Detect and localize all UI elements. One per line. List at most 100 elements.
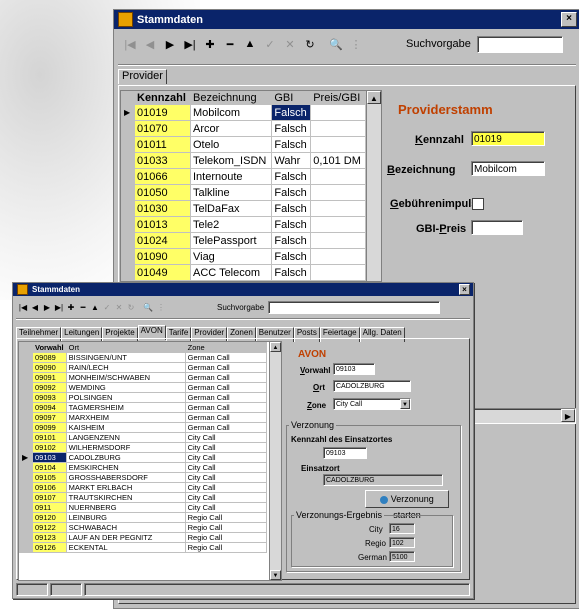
cell-kennzahl[interactable]: 01019 — [134, 104, 191, 121]
table-row[interactable]: 01024 TelePassport Falsch — [121, 232, 366, 249]
cell-bezeichnung[interactable]: Otelo — [189, 136, 273, 153]
cell-bezeichnung[interactable]: TelDaFax — [189, 200, 273, 217]
cell-vorwahl[interactable]: 09106 — [32, 482, 67, 493]
cell-zone[interactable]: German Call — [184, 382, 268, 393]
cell-vorwahl[interactable]: 09105 — [32, 472, 67, 483]
table-row[interactable]: 01070 Arcor Falsch — [121, 120, 366, 137]
cell-zone[interactable]: Regio Call — [184, 542, 268, 553]
cell-bezeichnung[interactable]: Talkline — [189, 184, 273, 201]
col-zone[interactable]: Zone — [184, 342, 268, 353]
cell-bezeichnung[interactable]: Mobilcom — [189, 104, 273, 121]
cell-zone[interactable]: Regio Call — [184, 512, 268, 523]
cell-gbi[interactable]: Falsch — [271, 200, 312, 217]
table-row[interactable]: 01050 Talkline Falsch — [121, 184, 366, 201]
kennzahl-input[interactable]: 01019 — [471, 131, 545, 146]
cell-kennzahl[interactable]: 01066 — [134, 168, 191, 185]
table-row[interactable]: 01090 Viag Falsch — [121, 248, 366, 265]
cell-ort[interactable]: TAGMERSHEIM — [65, 402, 186, 413]
cell-gbi[interactable]: Falsch — [271, 168, 312, 185]
cell-vorwahl[interactable]: 09120 — [32, 512, 67, 523]
table-row[interactable]: 09097 MARXHEIM German Call — [19, 412, 268, 423]
avon-grid-scrollbar[interactable]: ▲ ▼ — [269, 342, 281, 580]
table-row[interactable]: 09123 LAUF AN DER PEGNITZ Regio Call — [19, 532, 268, 543]
cell-ort[interactable]: TRAUTSKIRCHEN — [65, 492, 186, 503]
table-row[interactable]: 0911 NUERNBERG City Call — [19, 502, 268, 513]
small-cancel-record-icon[interactable]: ✕ — [113, 303, 125, 312]
cell-ort[interactable]: MONHEIM/SCHWABEN — [65, 372, 186, 383]
cell-zone[interactable]: German Call — [184, 372, 268, 383]
gbi-preis-input[interactable] — [471, 220, 523, 235]
cell-vorwahl[interactable]: 09089 — [32, 352, 67, 363]
cell-gbi[interactable]: Falsch — [271, 264, 312, 281]
search-icon[interactable]: 🔍 — [326, 38, 346, 51]
table-row[interactable]: 01049 ACC Telecom Falsch — [121, 264, 366, 281]
small-prev-record-icon[interactable]: ◀ — [29, 303, 41, 312]
cell-bezeichnung[interactable]: Internoute — [189, 168, 273, 185]
table-row[interactable]: 09126 ECKENTAL Regio Call — [19, 542, 268, 553]
filter-icon[interactable]: ⋮ — [346, 38, 366, 51]
cell-ort[interactable]: LEINBURG — [65, 512, 186, 523]
cell-ort[interactable]: ECKENTAL — [65, 542, 186, 553]
col-gbi[interactable]: GBI — [271, 91, 312, 105]
verzonung-starten-button[interactable]: Verzonung starten — [365, 490, 449, 520]
cell-vorwahl[interactable]: 09097 — [32, 412, 67, 423]
zone-select[interactable]: City Call ▼ — [333, 398, 411, 410]
scroll-up-icon[interactable]: ▲ — [367, 91, 381, 104]
cell-gbi[interactable]: Wahr — [271, 152, 312, 169]
cell-preis-gbi[interactable] — [310, 168, 366, 185]
small-search-icon[interactable]: 🔍 — [141, 303, 155, 312]
cell-vorwahl[interactable]: 09104 — [32, 462, 67, 473]
table-row[interactable]: 09107 TRAUTSKIRCHEN City Call — [19, 492, 268, 503]
table-row[interactable]: 09101 LANGENZENN City Call — [19, 432, 268, 443]
table-row[interactable]: 09089 BISSINGEN/UNT German Call — [19, 352, 268, 363]
cell-zone[interactable]: German Call — [184, 412, 268, 423]
table-row[interactable]: 09091 MONHEIM/SCHWABEN German Call — [19, 372, 268, 383]
cell-vorwahl[interactable]: 09123 — [32, 532, 67, 543]
insert-record-icon[interactable]: ✚ — [200, 38, 220, 51]
cell-vorwahl[interactable]: 09091 — [32, 372, 67, 383]
cell-ort[interactable]: WEMDING — [65, 382, 186, 393]
cell-preis-gbi[interactable]: 0,101 DM — [310, 152, 366, 169]
big-close-button[interactable]: × — [561, 12, 577, 27]
cell-ort[interactable]: POLSINGEN — [65, 392, 186, 403]
cell-zone[interactable]: German Call — [184, 402, 268, 413]
cell-bezeichnung[interactable]: Telekom_ISDN — [189, 152, 273, 169]
cell-zone[interactable]: City Call — [184, 482, 268, 493]
cell-preis-gbi[interactable] — [310, 248, 366, 265]
cell-gbi[interactable]: Falsch — [271, 216, 312, 233]
kennzahl-einsatzort-input[interactable]: 09103 — [323, 447, 367, 459]
cell-vorwahl[interactable]: 09094 — [32, 402, 67, 413]
cell-zone[interactable]: German Call — [184, 352, 268, 363]
post-record-icon[interactable]: ✓ — [260, 38, 280, 51]
table-row[interactable]: 01030 TelDaFax Falsch — [121, 200, 366, 217]
edit-record-icon[interactable]: ▲ — [240, 38, 260, 50]
cell-kennzahl[interactable]: 01070 — [134, 120, 191, 137]
next-record-icon[interactable]: ▶ — [160, 38, 180, 51]
table-row[interactable]: 09099 KAISHEIM German Call — [19, 422, 268, 433]
cell-ort[interactable]: SCHWABACH — [65, 522, 186, 533]
cell-gbi[interactable]: Falsch — [271, 232, 312, 249]
cell-preis-gbi[interactable] — [310, 232, 366, 249]
small-suchvorgabe-input[interactable] — [268, 300, 441, 314]
col-vorwahl[interactable]: Vorwahl — [32, 342, 67, 353]
table-row[interactable]: 09090 RAIN/LECH German Call — [19, 362, 268, 373]
cell-preis-gbi[interactable] — [310, 200, 366, 217]
cell-bezeichnung[interactable]: Arcor — [189, 120, 273, 137]
cell-preis-gbi[interactable] — [310, 136, 366, 153]
cell-kennzahl[interactable]: 01011 — [134, 136, 191, 153]
table-row[interactable]: 09106 MARKT ERLBACH City Call — [19, 482, 268, 493]
table-row[interactable]: 01011 Otelo Falsch — [121, 136, 366, 153]
small-close-button[interactable]: × — [459, 284, 470, 295]
vorwahl-input[interactable]: 09103 — [333, 363, 375, 375]
small-refresh-icon[interactable]: ↻ — [125, 303, 137, 312]
table-row[interactable]: 09105 GROSSHABERSDORF City Call — [19, 472, 268, 483]
cell-kennzahl[interactable]: 01090 — [134, 248, 191, 265]
table-row[interactable]: 09104 EMSKIRCHEN City Call — [19, 462, 268, 473]
table-row[interactable]: ▶ 01019 Mobilcom Falsch — [121, 104, 366, 121]
cell-ort[interactable]: RAIN/LECH — [65, 362, 186, 373]
col-kennzahl[interactable]: Kennzahl — [134, 91, 191, 105]
cell-bezeichnung[interactable]: Tele2 — [189, 216, 273, 233]
prev-record-icon[interactable]: ◀ — [140, 38, 160, 51]
cell-vorwahl[interactable]: 09126 — [32, 542, 67, 553]
cell-vorwahl[interactable]: 09102 — [32, 442, 67, 453]
